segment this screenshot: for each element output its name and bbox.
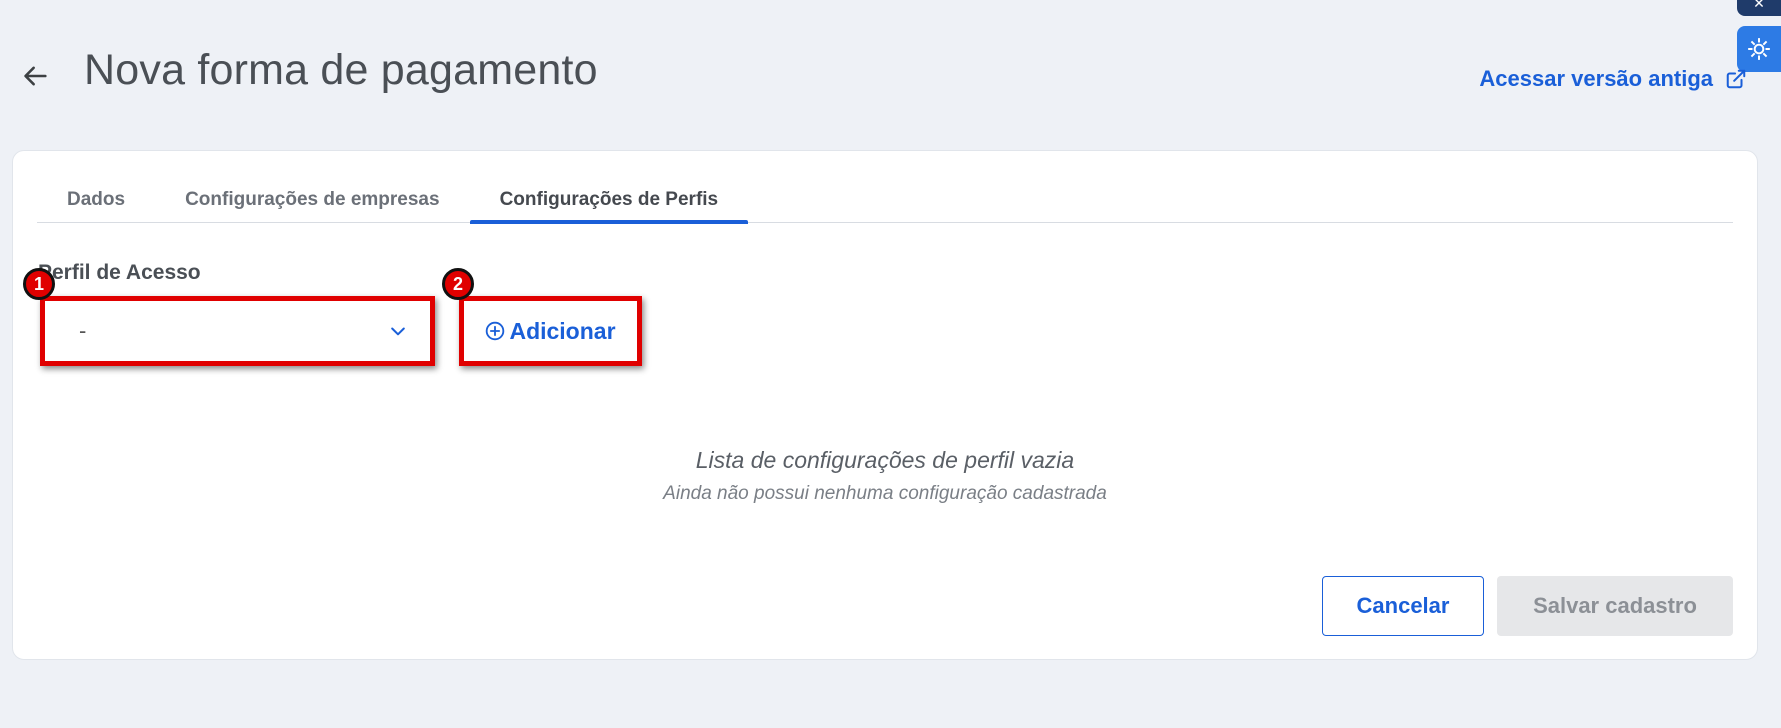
old-version-link[interactable]: Acessar versão antiga (1479, 66, 1747, 92)
add-profile-button[interactable]: Adicionar (485, 317, 616, 345)
widget-icon: ✕ (1753, 0, 1765, 11)
side-widget-tab[interactable]: ✕ (1737, 0, 1781, 16)
form-card: Dados Configurações de empresas Configur… (12, 150, 1758, 660)
page-title: Nova forma de pagamento (84, 46, 598, 94)
back-button[interactable] (18, 58, 54, 94)
step-badge-2: 2 (442, 268, 474, 300)
tab-dados[interactable]: Dados (37, 175, 155, 223)
empty-state-title: Lista de configurações de perfil vazia (695, 447, 1075, 473)
save-button[interactable]: Salvar cadastro (1497, 576, 1733, 636)
tab-configuracoes-empresas[interactable]: Configurações de empresas (155, 175, 469, 223)
tab-configuracoes-perfis[interactable]: Configurações de Perfis (469, 175, 749, 224)
tab-bar: Dados Configurações de empresas Configur… (37, 175, 1733, 224)
external-link-icon (1726, 69, 1746, 89)
ai-assistant-icon (1748, 38, 1770, 60)
old-version-link-label: Acessar versão antiga (1479, 66, 1713, 91)
page: ✕ Nova forma de pagamento Acessar versão… (0, 0, 1781, 728)
profile-select-value: - (79, 318, 87, 343)
profile-select[interactable]: - (40, 296, 435, 366)
chevron-down-icon (391, 327, 405, 336)
add-profile-label: Adicionar (509, 317, 616, 344)
arrow-left-icon (24, 66, 47, 86)
profile-field-label: Perfil de Acesso (38, 261, 201, 284)
step-badge-1: 1 (23, 268, 55, 300)
empty-state-subtitle: Ainda não possui nenhuma configuração ca… (663, 483, 1107, 504)
add-button-highlight: Adicionar (459, 296, 642, 366)
plus-circle-icon (486, 321, 505, 341)
cancel-button[interactable]: Cancelar (1322, 576, 1484, 636)
